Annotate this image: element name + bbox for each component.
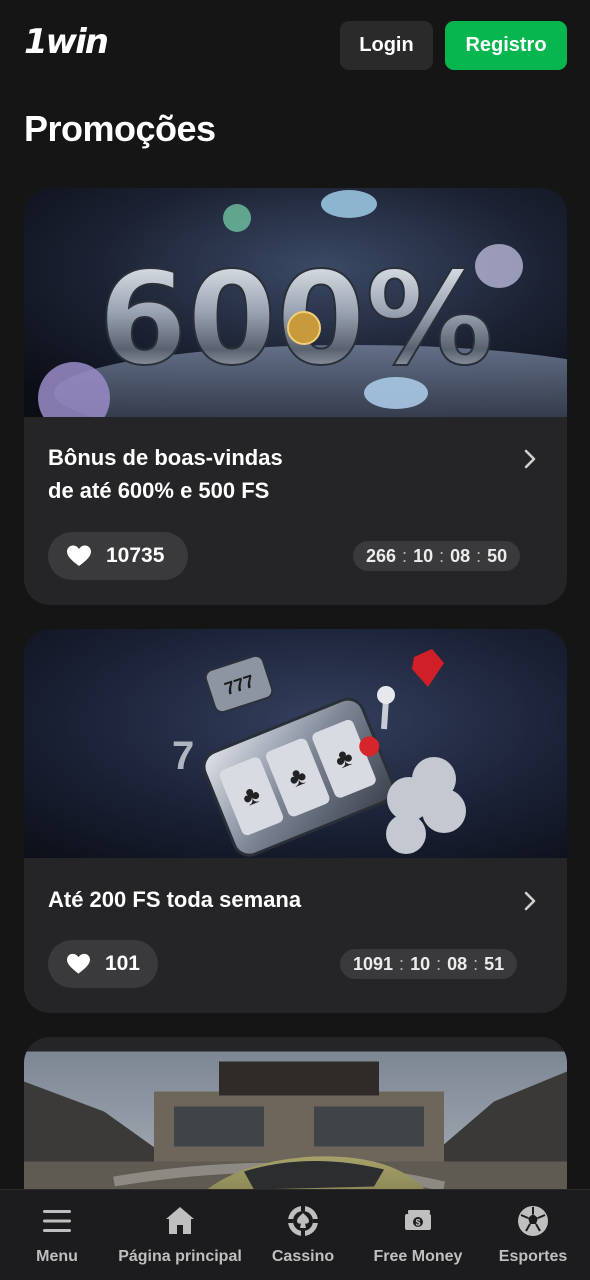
home-icon	[166, 1207, 194, 1234]
promotions-page: 1win Login Registro Promoções Bônus de b…	[0, 0, 590, 1280]
nav-sports[interactable]: Esportes	[492, 1190, 574, 1280]
login-button[interactable]: Login	[340, 21, 433, 70]
svg-text:7: 7	[172, 734, 194, 778]
like-button[interactable]: 101	[48, 940, 158, 988]
chevron-right-icon[interactable]	[518, 889, 542, 913]
promo-card-weekly-fs[interactable]: ♣ ♣ ♣ 777 7 Até 200 FS toda semana 101 1…	[24, 629, 567, 1013]
promo-card-welcome-bonus[interactable]: 600% Bônus de boas-vindas de até 600% e …	[24, 188, 567, 605]
countdown-timer: 1091: 10: 08: 51	[340, 949, 518, 979]
svg-text:$: $	[415, 1218, 420, 1228]
menu-icon	[43, 1210, 71, 1232]
casino-chip-icon	[288, 1206, 318, 1236]
page-title: Promoções	[24, 108, 216, 149]
nav-menu[interactable]: Menu	[16, 1190, 98, 1280]
promo-banner-600-percent[interactable]: 600%	[24, 188, 567, 417]
soccer-ball-icon	[518, 1206, 548, 1236]
register-button[interactable]: Registro	[445, 21, 567, 70]
heart-icon	[67, 545, 91, 566]
promo-banner-slot-machine[interactable]: ♣ ♣ ♣ 777 7	[24, 629, 567, 858]
countdown-timer: 266: 10: 08: 50	[353, 541, 521, 571]
nav-casino[interactable]: Cassino	[262, 1190, 344, 1280]
top-header: 1win Login Registro	[0, 0, 590, 92]
brand-logo[interactable]: 1win	[24, 22, 109, 62]
heart-icon	[66, 953, 90, 974]
like-count: 101	[104, 952, 140, 975]
nav-free-money[interactable]: $ Free Money	[368, 1190, 468, 1280]
like-count: 10735	[106, 544, 165, 567]
bottom-navigation: Menu Página principal Cassino $ Free Mon…	[0, 1189, 590, 1280]
promo-title[interactable]: Bônus de boas-vindas de até 600% e 500 F…	[48, 441, 283, 507]
chevron-right-icon[interactable]	[518, 447, 542, 471]
promo-title[interactable]: Até 200 FS toda semana	[48, 883, 301, 916]
money-icon: $	[405, 1210, 431, 1230]
nav-home[interactable]: Página principal	[115, 1190, 245, 1280]
like-button[interactable]: 10735	[48, 532, 188, 580]
